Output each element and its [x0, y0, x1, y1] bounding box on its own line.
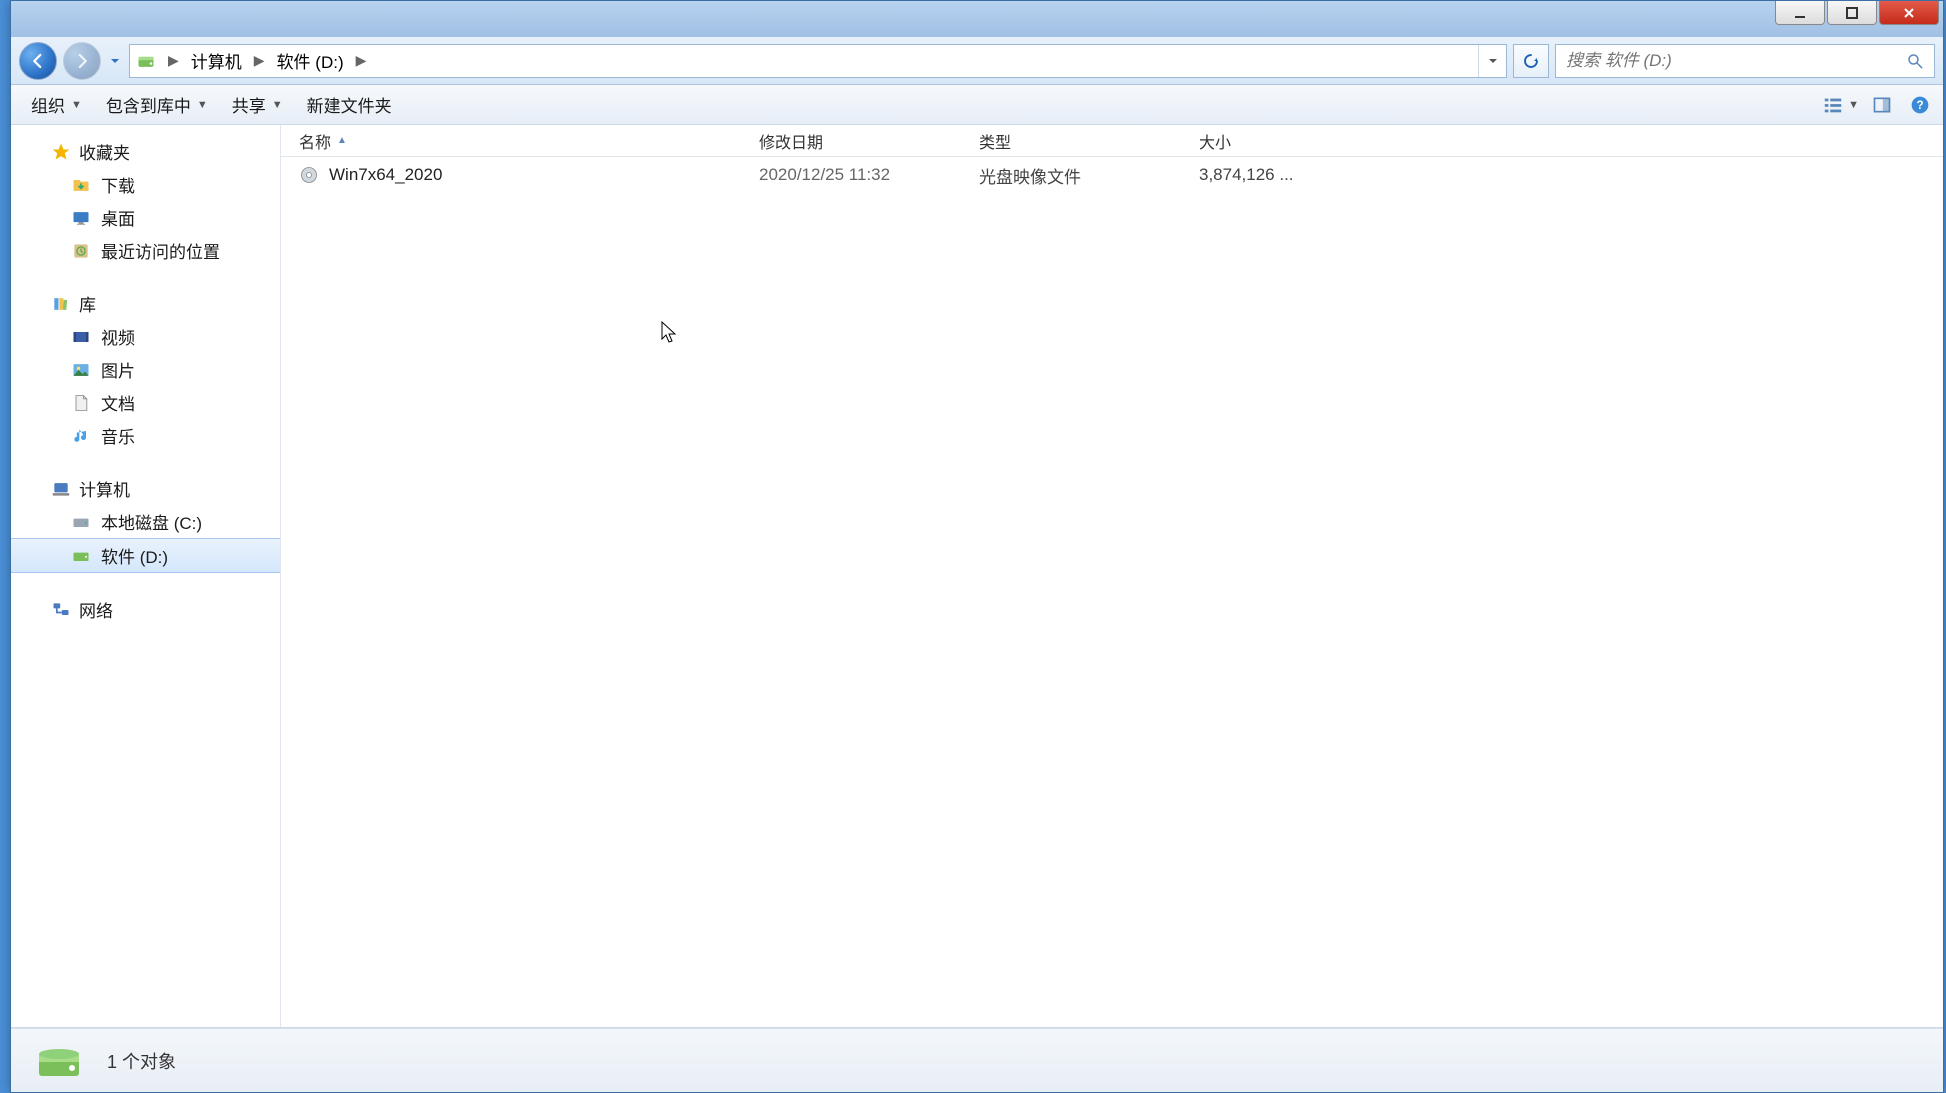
file-pane: 名称▲ 修改日期 类型 大小 Win7x64_2020 2020/12/25 1… — [281, 125, 1943, 1027]
navigation-sidebar: 收藏夹 下载 桌面 最近访问的位置 库 — [11, 125, 281, 1027]
network-icon — [51, 600, 71, 620]
sidebar-item-label: 桌面 — [101, 205, 135, 230]
recent-icon — [71, 241, 91, 261]
column-date[interactable]: 修改日期 — [741, 125, 961, 156]
folder-icon — [71, 175, 91, 195]
drive-icon — [71, 512, 91, 532]
sidebar-item-label: 视频 — [101, 324, 135, 349]
sidebar-libraries-header[interactable]: 库 — [11, 287, 280, 320]
view-mode-button[interactable]: ▼ — [1822, 94, 1859, 116]
sidebar-item-label: 下载 — [101, 172, 135, 197]
column-size[interactable]: 大小 — [1181, 125, 1351, 156]
address-dropdown[interactable] — [1478, 45, 1506, 77]
nav-history-dropdown[interactable] — [107, 56, 123, 66]
sidebar-item-label: 图片 — [101, 357, 135, 382]
sidebar-favorites-label: 收藏夹 — [79, 139, 130, 164]
status-bar: 1 个对象 — [11, 1028, 1943, 1092]
sidebar-item-drive-c[interactable]: 本地磁盘 (C:) — [11, 505, 280, 538]
column-name[interactable]: 名称▲ — [281, 125, 741, 156]
search-icon — [1906, 52, 1924, 70]
sidebar-favorites-header[interactable]: 收藏夹 — [11, 135, 280, 168]
sidebar-computer-header[interactable]: 计算机 — [11, 472, 280, 505]
breadcrumb-drive[interactable]: 软件 (D:) — [271, 45, 350, 77]
file-list[interactable]: Win7x64_2020 2020/12/25 11:32 光盘映像文件 3,8… — [281, 157, 1943, 1027]
music-icon — [71, 426, 91, 446]
close-button[interactable] — [1879, 1, 1939, 25]
sort-indicator-icon: ▲ — [337, 135, 347, 146]
iso-file-icon — [299, 165, 319, 185]
sidebar-group-favorites: 收藏夹 下载 桌面 最近访问的位置 — [11, 135, 280, 267]
breadcrumb-computer[interactable]: 计算机 — [185, 45, 248, 77]
include-library-menu[interactable]: 包含到库中▼ — [94, 88, 220, 121]
toolbar: 组织▼ 包含到库中▼ 共享▼ 新建文件夹 ▼ ? — [11, 85, 1943, 125]
sidebar-network-header[interactable]: 网络 — [11, 593, 280, 626]
address-bar[interactable]: ▶ 计算机 ▶ 软件 (D:) ▶ — [129, 44, 1507, 78]
breadcrumb-separator-icon: ▶ — [350, 52, 373, 69]
breadcrumb-separator-icon: ▶ — [248, 52, 271, 69]
document-icon — [71, 393, 91, 413]
navigation-row: ▶ 计算机 ▶ 软件 (D:) ▶ — [11, 37, 1943, 85]
breadcrumb-separator-icon: ▶ — [162, 52, 185, 69]
sidebar-item-music[interactable]: 音乐 — [11, 419, 280, 452]
search-input[interactable] — [1566, 51, 1898, 71]
picture-icon — [71, 360, 91, 380]
drive-large-icon — [31, 1033, 87, 1089]
sidebar-item-label: 文档 — [101, 390, 135, 415]
sidebar-item-pictures[interactable]: 图片 — [11, 353, 280, 386]
sidebar-item-label: 软件 (D:) — [101, 543, 168, 568]
sidebar-libraries-label: 库 — [79, 291, 96, 316]
sidebar-computer-label: 计算机 — [79, 476, 130, 501]
sidebar-item-label: 音乐 — [101, 423, 135, 448]
sidebar-group-computer: 计算机 本地磁盘 (C:) 软件 (D:) — [11, 472, 280, 573]
drive-icon — [130, 45, 162, 77]
sidebar-item-label: 最近访问的位置 — [101, 238, 220, 263]
sidebar-item-videos[interactable]: 视频 — [11, 320, 280, 353]
organize-menu[interactable]: 组织▼ — [19, 88, 94, 121]
library-icon — [51, 294, 71, 314]
file-name: Win7x64_2020 — [329, 165, 442, 185]
sidebar-item-drive-d[interactable]: 软件 (D:) — [11, 538, 280, 573]
video-icon — [71, 327, 91, 347]
file-size: 3,874,126 ... — [1181, 165, 1351, 185]
sidebar-item-downloads[interactable]: 下载 — [11, 168, 280, 201]
file-type: 光盘映像文件 — [961, 163, 1181, 188]
status-text: 1 个对象 — [107, 1048, 176, 1074]
forward-button[interactable] — [63, 42, 101, 80]
sidebar-item-label: 本地磁盘 (C:) — [101, 509, 202, 534]
sidebar-network-label: 网络 — [79, 597, 113, 622]
star-icon — [51, 142, 71, 162]
share-menu[interactable]: 共享▼ — [220, 88, 295, 121]
drive-icon — [71, 546, 91, 566]
back-button[interactable] — [19, 42, 57, 80]
sidebar-group-network: 网络 — [11, 593, 280, 626]
sidebar-item-recent[interactable]: 最近访问的位置 — [11, 234, 280, 267]
help-button[interactable]: ? — [1905, 90, 1935, 120]
file-row[interactable]: Win7x64_2020 2020/12/25 11:32 光盘映像文件 3,8… — [281, 157, 1943, 193]
refresh-button[interactable] — [1513, 44, 1549, 78]
column-type[interactable]: 类型 — [961, 125, 1181, 156]
maximize-button[interactable] — [1827, 1, 1877, 25]
minimize-button[interactable] — [1775, 1, 1825, 25]
sidebar-item-desktop[interactable]: 桌面 — [11, 201, 280, 234]
new-folder-button[interactable]: 新建文件夹 — [295, 88, 404, 121]
search-box[interactable] — [1555, 44, 1935, 78]
svg-text:?: ? — [1916, 99, 1923, 112]
computer-icon — [51, 479, 71, 499]
titlebar — [11, 1, 1943, 37]
column-headers: 名称▲ 修改日期 类型 大小 — [281, 125, 1943, 157]
file-date: 2020/12/25 11:32 — [741, 165, 961, 185]
content-area: 收藏夹 下载 桌面 最近访问的位置 库 — [11, 125, 1943, 1028]
sidebar-item-documents[interactable]: 文档 — [11, 386, 280, 419]
explorer-window: ▶ 计算机 ▶ 软件 (D:) ▶ 组织▼ 包含到库中▼ 共享▼ 新建文件夹 ▼ — [10, 0, 1944, 1093]
preview-pane-button[interactable] — [1867, 90, 1897, 120]
sidebar-group-libraries: 库 视频 图片 文档 音乐 — [11, 287, 280, 452]
desktop-icon — [71, 208, 91, 228]
